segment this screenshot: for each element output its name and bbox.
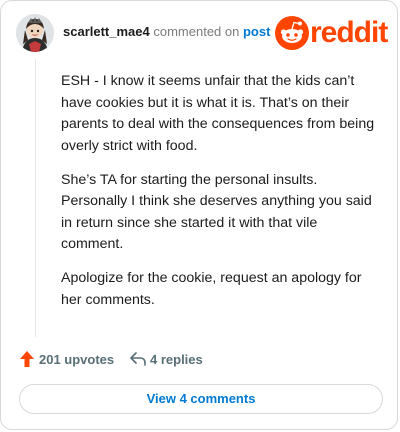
reddit-wordmark: reddit [310,16,388,49]
username-link[interactable]: scarlett_mae4 [63,24,150,39]
avatar-icon [16,14,54,52]
upvotes-count: 201 upvotes [39,352,115,367]
comment-header: scarlett_mae4 commented on post reddit [16,14,388,54]
replies-count: 4 replies [150,352,203,367]
upvote-arrow-icon [19,350,35,371]
thread-line [35,59,36,337]
replies-button[interactable]: 4 replies [129,349,219,369]
comment-paragraph: ESH - I know it seems unfair that the ki… [61,73,375,154]
comment-paragraph: She’s TA for starting the personal insul… [61,171,372,253]
post-link[interactable]: post [243,24,270,39]
view-comments-button[interactable]: View 4 comments [19,384,383,414]
reddit-snoo-icon [275,16,309,50]
comment-body: ESH - I know it seems unfair that the ki… [61,71,381,324]
comment-meta: scarlett_mae4 commented on post [63,24,270,40]
reply-arrow-icon [129,350,147,371]
upvote-button[interactable]: 201 upvotes [19,349,119,369]
comment-paragraph: Apologize for the cookie, request an apo… [61,270,362,308]
commented-on-text: commented on [153,24,240,39]
user-avatar[interactable] [16,14,54,52]
reddit-logo[interactable]: reddit [275,16,388,50]
comment-card: scarlett_mae4 commented on post reddit E… [0,0,398,430]
